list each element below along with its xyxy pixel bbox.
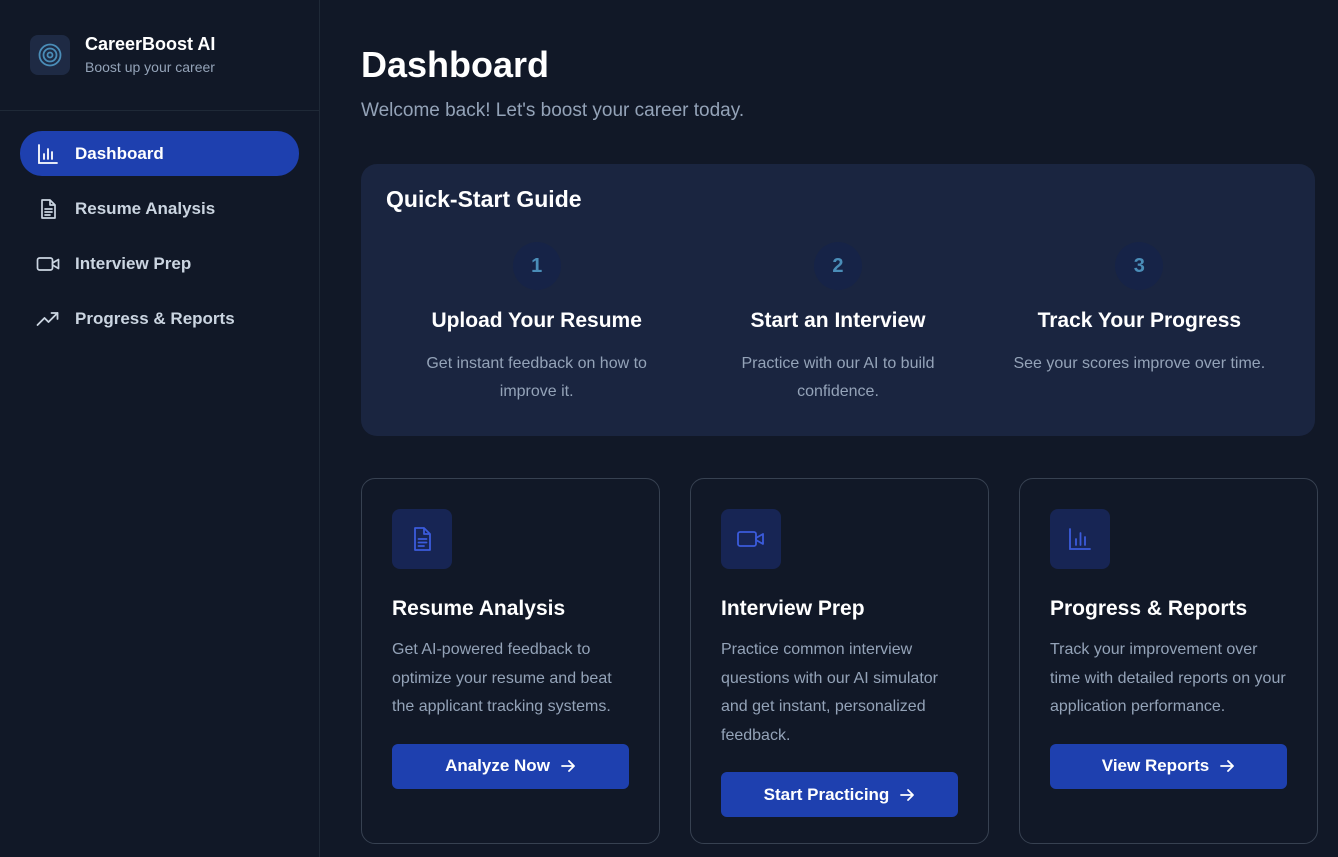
view-reports-button[interactable]: View Reports: [1050, 743, 1287, 789]
document-icon: [392, 509, 452, 569]
page-title: Dashboard: [361, 44, 550, 85]
sidebar-item-progress-reports[interactable]: Progress & Reports: [20, 296, 299, 341]
step-title: Track Your Progress: [1037, 309, 1242, 332]
sidebar: CareerBoost AI Boost up your career Dash…: [0, 0, 320, 857]
sidebar-item-label: Resume Analysis: [75, 198, 216, 218]
guide-step: 3 Track Your Progress See your scores im…: [989, 242, 1290, 406]
step-title: Start an Interview: [750, 309, 926, 332]
sidebar-item-label: Interview Prep: [75, 253, 192, 273]
step-description: Get instant feedback on how to improve i…: [426, 355, 647, 400]
arrow-right-icon: [899, 787, 915, 803]
sidebar-item-resume-analysis[interactable]: Resume Analysis: [20, 186, 299, 231]
card-progress-reports: Progress & Reports Track your improvemen…: [1019, 478, 1318, 844]
card-description: Practice common interview questions with…: [721, 641, 938, 744]
card-title: Interview Prep: [721, 597, 865, 620]
app-root: CareerBoost AI Boost up your career Dash…: [0, 0, 1338, 857]
guide-step: 2 Start an Interview Practice with our A…: [687, 242, 988, 406]
step-number: 3: [1115, 242, 1164, 290]
step-title: Upload Your Resume: [431, 309, 642, 332]
arrow-right-icon: [1219, 758, 1235, 774]
bar-chart-icon: [1050, 509, 1110, 569]
trending-up-icon: [36, 307, 60, 331]
card-title: Progress & Reports: [1050, 597, 1248, 620]
bar-chart-icon: [36, 142, 60, 166]
video-camera-icon: [721, 509, 781, 569]
step-number: 1: [512, 242, 561, 290]
card-title: Resume Analysis: [392, 597, 566, 620]
button-label: Analyze Now: [445, 756, 550, 775]
page-subtitle: Welcome back! Let's boost your career to…: [361, 100, 745, 121]
step-description: See your scores improve over time.: [1013, 355, 1266, 372]
card-description: Get AI-powered feedback to optimize your…: [392, 641, 612, 715]
sidebar-item-label: Progress & Reports: [75, 308, 235, 328]
brand-tagline: Boost up your career: [85, 59, 215, 75]
analyze-now-button[interactable]: Analyze Now: [392, 743, 629, 789]
sidebar-item-interview-prep[interactable]: Interview Prep: [20, 241, 299, 286]
brand-text: CareerBoost AI Boost up your career: [85, 33, 215, 77]
sidebar-nav: Dashboard Resume Analysis Interview Prep…: [0, 111, 319, 371]
brand: CareerBoost AI Boost up your career: [0, 0, 319, 111]
sidebar-item-label: Dashboard: [75, 143, 164, 163]
document-icon: [36, 197, 60, 221]
start-practicing-button[interactable]: Start Practicing: [721, 772, 958, 817]
quick-start-guide: Quick-Start Guide 1 Upload Your Resume G…: [361, 164, 1315, 436]
step-number: 2: [813, 242, 862, 290]
button-label: View Reports: [1101, 756, 1210, 775]
video-camera-icon: [36, 252, 60, 276]
brand-name: CareerBoost AI: [85, 34, 216, 54]
target-icon: [30, 35, 70, 75]
step-description: Practice with our AI to build confidence…: [741, 355, 935, 400]
main-content: Dashboard Welcome back! Let's boost your…: [320, 0, 1338, 857]
guide-title: Quick-Start Guide: [386, 186, 582, 212]
feature-cards: Resume Analysis Get AI-powered feedback …: [361, 478, 1318, 844]
guide-step: 1 Upload Your Resume Get instant feedbac…: [386, 242, 687, 406]
card-description: Track your improvement over time with de…: [1050, 641, 1286, 715]
button-label: Start Practicing: [763, 784, 890, 804]
card-resume-analysis: Resume Analysis Get AI-powered feedback …: [361, 478, 660, 844]
card-interview-prep: Interview Prep Practice common interview…: [690, 478, 989, 844]
arrow-right-icon: [560, 758, 576, 774]
guide-steps: 1 Upload Your Resume Get instant feedbac…: [386, 242, 1290, 406]
sidebar-item-dashboard[interactable]: Dashboard: [20, 131, 299, 176]
